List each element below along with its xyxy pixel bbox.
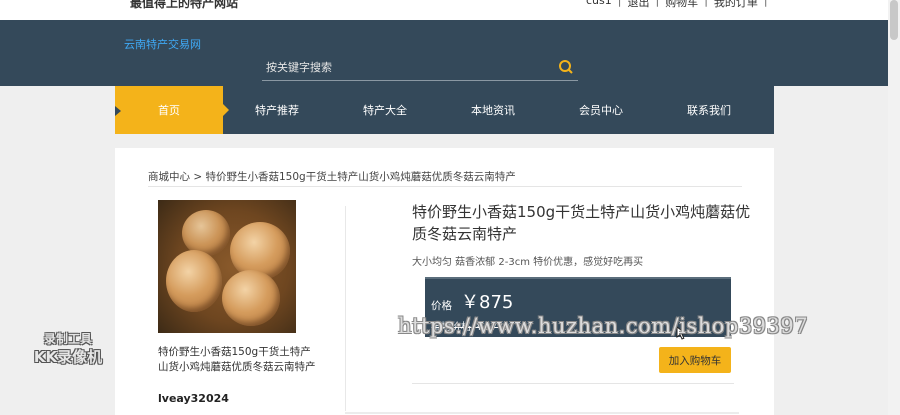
search-box	[262, 57, 578, 81]
site-header: 云南特产交易网	[0, 20, 888, 86]
nav-item-home[interactable]: 首页	[115, 86, 229, 134]
top-bar: 最值得上的特产网站 cus1 | 退出 | 购物车 | 我的订单 |	[0, 0, 900, 20]
separator: |	[763, 0, 768, 7]
search-icon[interactable]	[558, 59, 574, 75]
logout-link[interactable]: 退出	[627, 0, 649, 10]
separator: |	[655, 0, 660, 7]
breadcrumb: 商城中心 > 特价野生小香菇150g干货土特产山货小鸡炖蘑菇优质冬菇云南特产	[148, 169, 516, 184]
breadcrumb-current: 特价野生小香菇150g干货土特产山货小鸡炖蘑菇优质冬菇云南特产	[205, 171, 516, 183]
cart-link[interactable]: 购物车	[665, 0, 698, 10]
product-image[interactable]	[158, 200, 296, 333]
site-logo[interactable]: 云南特产交易网	[124, 36, 201, 52]
product-thumb-title[interactable]: 特价野生小香菇150g干货土特产山货小鸡炖蘑菇优质冬菇云南特产	[158, 345, 316, 375]
product-description: 大小均匀 菇香浓郁 2-3cm 特价优惠，感觉好吃再买	[412, 257, 644, 268]
divider	[148, 186, 742, 187]
watermark-badge-line2: KK录像机	[33, 348, 103, 366]
nav-item-member-center[interactable]: 会员中心	[547, 86, 655, 134]
nav-item-contact[interactable]: 联系我们	[655, 86, 763, 134]
price-label: 价格	[431, 300, 452, 312]
breadcrumb-home[interactable]: 商城中心	[148, 171, 190, 183]
walnut	[182, 210, 230, 256]
product-detail-panel: 商城中心 > 特价野生小香菇150g干货土特产山货小鸡炖蘑菇优质冬菇云南特产 特…	[115, 148, 774, 415]
watermark-badge-line1: 录制工具	[43, 332, 92, 346]
username-link[interactable]: cus1	[586, 0, 612, 10]
product-title: 特价野生小香菇150g干货土特产山货小鸡炖蘑菇优质冬菇云南特产	[412, 203, 751, 243]
walnut	[166, 250, 222, 312]
breadcrumb-separator: >	[193, 171, 203, 183]
separator: |	[617, 0, 622, 7]
add-to-cart-button[interactable]: 加入购物车	[659, 347, 731, 373]
watermark-badge: 录制工具 KK录像机	[22, 332, 114, 367]
separator: |	[704, 0, 708, 7]
nav-item-catalog[interactable]: 特产大全	[331, 86, 439, 134]
site-slogan: 最值得上的特产网站	[130, 0, 239, 10]
vertical-divider	[345, 206, 346, 411]
walnut	[222, 270, 280, 326]
nav-item-recommended[interactable]: 特产推荐	[223, 86, 331, 134]
price-value: ￥875	[461, 292, 514, 313]
watermark-url: https://www.huzhan.com/ishop39397	[398, 314, 809, 338]
divider	[345, 412, 739, 414]
search-input[interactable]	[266, 61, 546, 74]
main-nav: 首页 特产推荐 特产大全 本地资讯 会员中心 联系我们	[115, 86, 774, 134]
top-links: cus1 | 退出 | 购物车 | 我的订单 |	[586, 0, 768, 10]
nav-item-local-news[interactable]: 本地资讯	[439, 86, 547, 134]
scrollbar[interactable]	[888, 0, 900, 415]
scrollbar-thumb[interactable]	[890, 0, 898, 40]
seller-name: lveay32024	[158, 392, 229, 405]
divider	[412, 383, 734, 384]
orders-link[interactable]: 我的订单	[714, 0, 758, 10]
